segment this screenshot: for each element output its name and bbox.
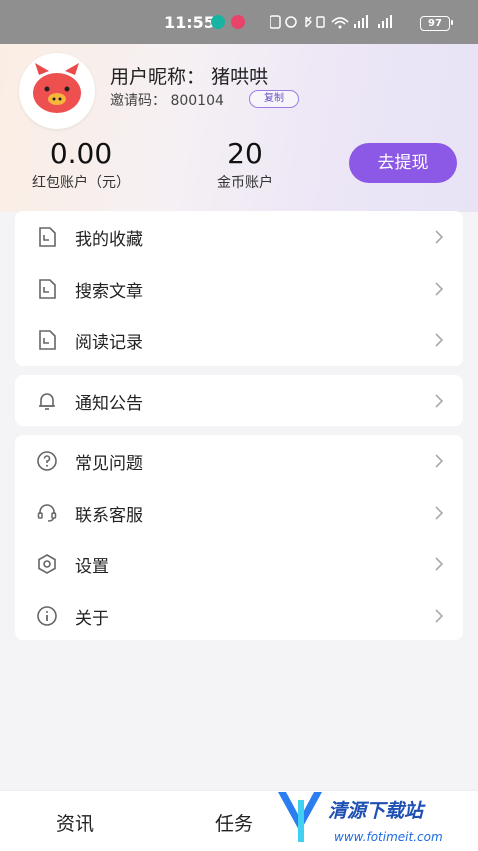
chevron-right-icon: [435, 281, 444, 296]
invite-code-value: 800104: [170, 93, 224, 109]
nickname-label: 用户昵称：: [110, 66, 206, 88]
nickname-value: 猪哄哄: [211, 66, 269, 88]
battery-cap: [451, 20, 453, 25]
invite-code-line: 邀请码： 800104: [110, 90, 224, 110]
chevron-right-icon: [435, 454, 444, 468]
menu-item-label: 我的收藏: [75, 230, 143, 250]
coin-account-label: 金币账户: [217, 175, 273, 191]
chevron-right-icon: [435, 608, 444, 623]
watermark-url: www.fotimeit.com: [334, 830, 443, 844]
coin-balance: 20: [227, 137, 263, 170]
document-icon: [39, 278, 56, 299]
menu-item-customer-service[interactable]: 联系客服: [15, 487, 463, 539]
document-icon: [39, 227, 56, 247]
document-icon: [39, 330, 56, 350]
menu-card-content: 我的收藏 搜索文章 阅读记录: [15, 211, 463, 366]
invite-code-label: 邀请码：: [110, 93, 166, 109]
menu-item-label: 设置: [75, 557, 109, 577]
app-notification-icon-2: [231, 15, 245, 29]
menu-card-notices: 通知公告: [15, 375, 463, 426]
tab-news[interactable]: 资讯: [56, 809, 94, 836]
chevron-right-icon: [435, 394, 444, 408]
menu-item-label: 联系客服: [75, 505, 143, 526]
app-notification-icon: [211, 15, 225, 29]
copy-invite-code-button[interactable]: 复制: [249, 90, 299, 108]
menu-item-announcements[interactable]: 通知公告: [15, 375, 463, 427]
chevron-right-icon: [435, 230, 444, 244]
chevron-right-icon: [435, 505, 444, 520]
redpacket-account-label: 红包账户（元）: [32, 175, 130, 191]
headset-icon: [37, 503, 57, 522]
tab-tasks[interactable]: 任务: [215, 809, 253, 836]
menu-item-label: 搜索文章: [75, 281, 143, 302]
status-time: 11:55: [164, 13, 215, 32]
signal-wifi-bluetooth-icons: [269, 15, 392, 29]
hexagon-settings-icon: [38, 554, 56, 574]
info-icon: [37, 605, 57, 626]
redpacket-balance: 0.00: [49, 137, 113, 170]
system-status-icons: [269, 14, 410, 34]
chevron-right-icon: [435, 557, 444, 571]
question-icon: [37, 451, 57, 471]
menu-item-settings[interactable]: 设置: [15, 538, 463, 590]
pig-avatar-icon: [33, 63, 81, 113]
withdraw-button[interactable]: 去提现: [349, 143, 457, 183]
menu-item-label: 关于: [75, 608, 109, 629]
watermark-logo-icon: [278, 792, 322, 842]
menu-item-faq[interactable]: 常见问题: [15, 435, 463, 487]
menu-item-label: 阅读记录: [75, 333, 143, 353]
status-bar: 11:55 97: [0, 0, 478, 44]
menu-item-label: 常见问题: [75, 454, 143, 474]
menu-item-search-articles[interactable]: 搜索文章: [15, 263, 463, 315]
chevron-right-icon: [435, 333, 444, 347]
menu-item-reading-history[interactable]: 阅读记录: [15, 314, 463, 366]
menu-item-label: 通知公告: [75, 394, 143, 414]
menu-item-about[interactable]: 关于: [15, 590, 463, 642]
bell-icon: [39, 393, 55, 410]
menu-item-favorites[interactable]: 我的收藏: [15, 211, 463, 263]
watermark-title: 清源下载站: [328, 800, 424, 822]
watermark-logo: 清源下载站 www.fotimeit.com: [276, 786, 476, 848]
nickname-line: 用户昵称： 猪哄哄: [110, 62, 268, 89]
battery-level: 97: [420, 16, 450, 31]
avatar[interactable]: [19, 53, 95, 129]
menu-card-support: 常见问题 联系客服 设置 关于: [15, 435, 463, 640]
